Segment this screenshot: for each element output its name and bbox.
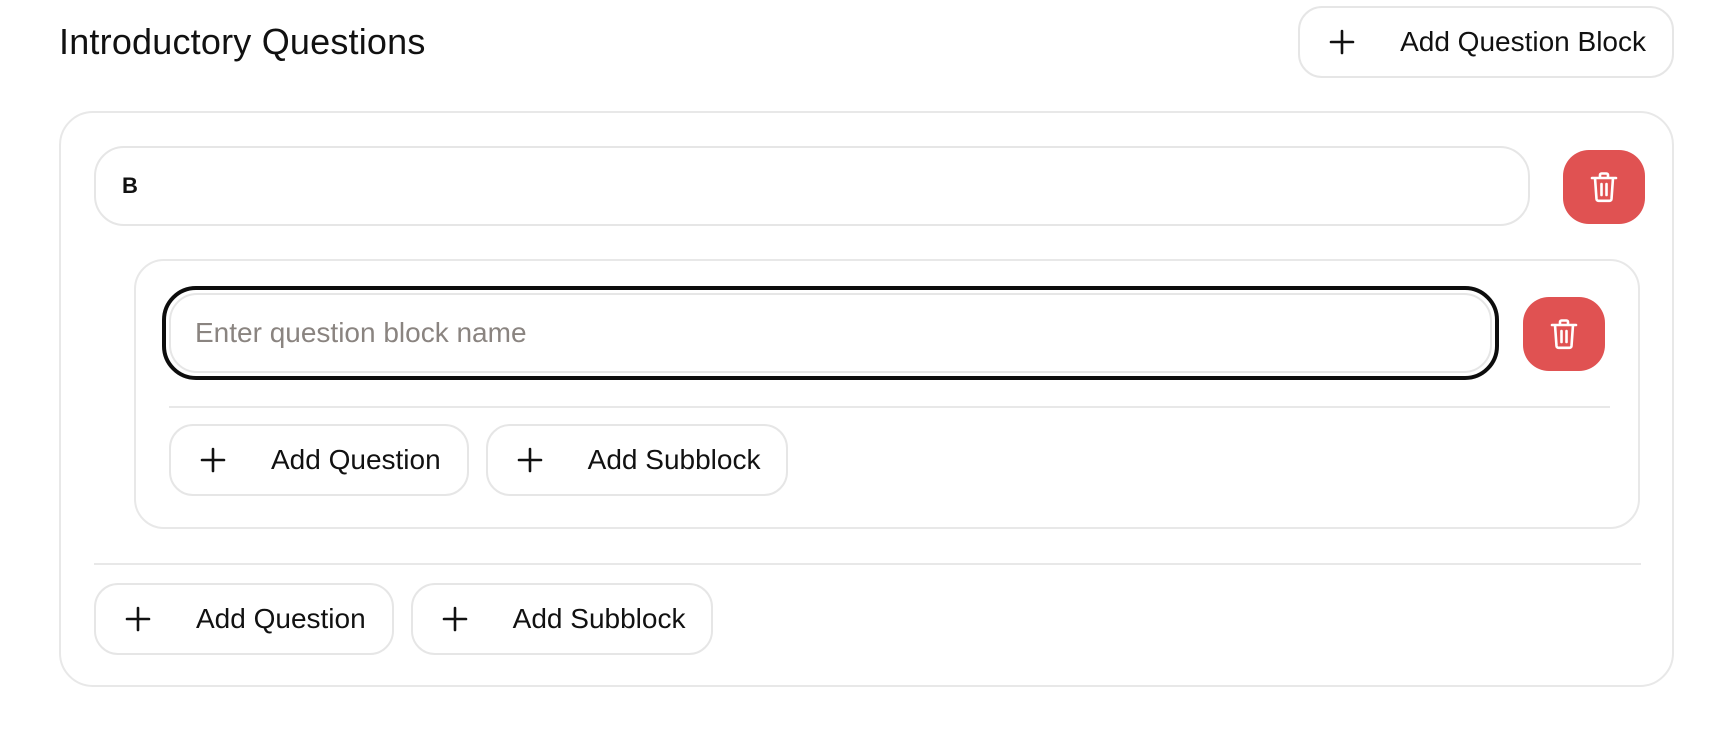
- plus-icon: [441, 605, 469, 633]
- section-title: Introductory Questions: [59, 21, 426, 62]
- trash-icon: [1550, 319, 1578, 350]
- delete-block-button[interactable]: [1563, 150, 1645, 224]
- add-question-label: Add Question: [196, 603, 366, 634]
- plus-icon: [1328, 28, 1356, 56]
- subblock-add-subblock-button[interactable]: Add Subblock: [485, 424, 789, 496]
- add-subblock-label: Add Subblock: [512, 603, 686, 634]
- trash-icon: [1590, 172, 1618, 203]
- subblock-name-field: [162, 286, 1499, 380]
- plus-icon: [516, 446, 544, 474]
- section-header: Introductory Questions Add Question Bloc…: [59, 6, 1674, 78]
- block-divider: [94, 563, 1641, 565]
- add-question-block-button[interactable]: Add Question Block: [1298, 6, 1674, 78]
- delete-subblock-button[interactable]: [1523, 297, 1605, 371]
- plus-icon: [124, 605, 152, 633]
- question-block-card: Add Question Add Subblock Add Question A…: [59, 111, 1674, 687]
- subblock-add-question-button[interactable]: Add Question: [169, 424, 469, 496]
- add-question-label: Add Question: [271, 444, 441, 475]
- block-actions: Add Question Add Subblock: [94, 583, 714, 655]
- subblock-actions: Add Question Add Subblock: [169, 424, 789, 496]
- plus-icon: [199, 446, 227, 474]
- subblock-card: Add Question Add Subblock: [134, 259, 1640, 529]
- subblock-divider: [169, 406, 1610, 408]
- add-subblock-label: Add Subblock: [587, 444, 761, 475]
- block-add-question-button[interactable]: Add Question: [94, 583, 394, 655]
- add-question-block-label: Add Question Block: [1400, 26, 1646, 57]
- block-add-subblock-button[interactable]: Add Subblock: [410, 583, 714, 655]
- subblock-name-input[interactable]: [169, 293, 1492, 373]
- block-name-input[interactable]: [94, 146, 1530, 226]
